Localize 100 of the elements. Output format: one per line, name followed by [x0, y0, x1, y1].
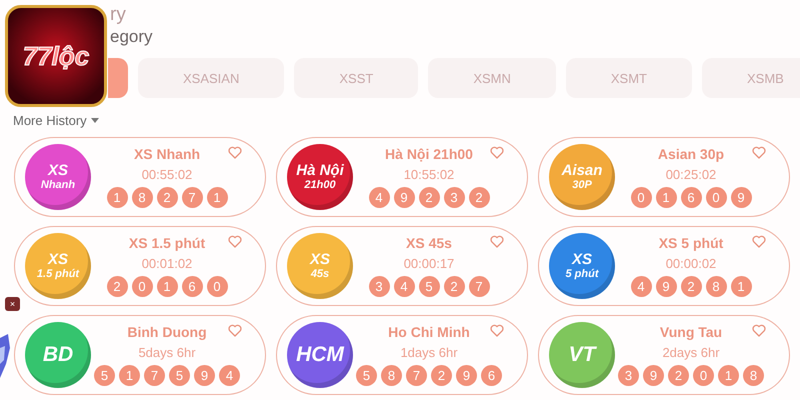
category-tab[interactable]: XSMT [566, 58, 692, 98]
result-number: 9 [456, 365, 477, 386]
game-badge: Hà Nội 21h00 [287, 144, 353, 210]
result-number: 9 [656, 276, 676, 297]
countdown-time: 5days 6hr [138, 345, 196, 360]
game-name: XS 1.5 phút [128, 235, 206, 251]
result-number: 0 [706, 187, 726, 208]
category-tab[interactable]: XSMN [428, 58, 556, 98]
result-number: 8 [381, 365, 402, 386]
game-card[interactable]: BD Binh Duong 5days 6hr 5 1 7 5 9 4 [14, 315, 266, 395]
result-number: 9 [194, 365, 215, 386]
app-logo[interactable]: 77lộc [5, 5, 107, 107]
game-card[interactable]: Aisan 30P Asian 30p 00:25:02 0 1 6 0 9 [538, 137, 790, 217]
result-number: 5 [94, 365, 115, 386]
heart-icon[interactable] [490, 235, 504, 248]
result-number: 8 [706, 276, 726, 297]
result-number: 3 [618, 365, 639, 386]
caret-icon [90, 118, 99, 123]
game-badge: XS 5 phút [549, 233, 615, 299]
result-number: 1 [156, 276, 178, 297]
game-card[interactable]: VT Vung Tau 2days 6hr 3 9 2 0 1 8 [538, 315, 790, 395]
result-number: 2 [156, 187, 178, 208]
result-number: 1 [106, 187, 128, 208]
result-number: 6 [481, 365, 502, 386]
heart-icon[interactable] [228, 324, 242, 337]
result-number: 9 [730, 187, 752, 208]
result-number: 7 [406, 365, 427, 386]
game-badge: XS Nhanh [25, 144, 91, 210]
result-number: 2 [680, 276, 702, 297]
countdown-time: 00:01:02 [142, 256, 192, 271]
game-name: Ho Chi Minh [388, 324, 470, 340]
game-card[interactable]: XS 1.5 phút XS 1.5 phút 00:01:02 2 0 1 6 0 [14, 226, 266, 306]
game-badge: XS 1.5 phút [25, 233, 91, 299]
result-number: 3 [444, 187, 464, 208]
countdown-time: 1days 6hr [400, 345, 458, 360]
result-number: 4 [394, 276, 414, 297]
result-number: 2 [418, 187, 440, 208]
heart-icon[interactable] [228, 146, 242, 159]
game-name: Asian 30p [658, 146, 724, 162]
countdown-time: 2days 6hr [662, 345, 720, 360]
result-number: 4 [219, 365, 240, 386]
game-card[interactable]: Hà Nội 21h00 Hà Nội 21h00 10:55:02 4 9 2 3 2 [276, 137, 528, 217]
result-number: 2 [106, 276, 128, 297]
game-badge: XS 45s [287, 233, 353, 299]
game-card[interactable]: XS Nhanh XS Nhanh 00:55:02 1 8 2 7 1 [14, 137, 266, 217]
category-tab[interactable]: XSMB [702, 58, 800, 98]
result-number: 6 [680, 187, 702, 208]
page-title: ry [110, 4, 126, 26]
result-number: 0 [693, 365, 714, 386]
result-number: 3 [368, 276, 390, 297]
category-tab[interactable]: XSASIAN [138, 58, 284, 98]
heart-icon[interactable] [752, 235, 766, 248]
result-number: 2 [468, 187, 490, 208]
game-name: Vung Tau [660, 324, 722, 340]
result-number: 1 [730, 276, 752, 297]
game-card[interactable]: XS 45s XS 45s 00:00:17 3 4 5 2 7 [276, 226, 528, 306]
heart-icon[interactable] [490, 146, 504, 159]
result-number: 4 [368, 187, 390, 208]
result-number: 4 [630, 276, 652, 297]
result-number: 5 [356, 365, 377, 386]
category-tab[interactable]: XSST [294, 58, 418, 98]
result-number: 1 [206, 187, 228, 208]
category-tab[interactable] [108, 58, 128, 98]
result-number: 8 [743, 365, 764, 386]
countdown-time: 00:00:02 [666, 256, 716, 271]
more-history-dropdown[interactable]: More History [13, 113, 99, 128]
game-badge: Aisan 30P [549, 144, 615, 210]
game-name: XS 45s [406, 235, 452, 251]
result-number: 5 [418, 276, 440, 297]
game-card[interactable]: XS 5 phút XS 5 phút 00:00:02 4 9 2 8 1 [538, 226, 790, 306]
heart-icon[interactable] [490, 324, 504, 337]
game-card[interactable]: HCM Ho Chi Minh 1days 6hr 5 8 7 2 9 6 [276, 315, 528, 395]
countdown-time: 00:55:02 [142, 167, 192, 182]
heart-icon[interactable] [228, 235, 242, 248]
close-button[interactable]: × [5, 297, 20, 311]
result-number: 2 [668, 365, 689, 386]
countdown-time: 00:00:17 [404, 256, 454, 271]
result-number: 7 [468, 276, 490, 297]
game-badge: HCM [287, 322, 353, 388]
mascot-drawing [0, 334, 10, 378]
result-number: 9 [643, 365, 664, 386]
countdown-time: 10:55:02 [404, 167, 454, 182]
result-number: 0 [132, 276, 152, 297]
game-badge: BD [25, 322, 91, 388]
result-number: 1 [656, 187, 676, 208]
result-number: 9 [394, 187, 414, 208]
result-number: 7 [182, 187, 202, 208]
result-number: 7 [144, 365, 165, 386]
result-number: 0 [630, 187, 652, 208]
game-name: XS Nhanh [134, 146, 200, 162]
result-number: 5 [169, 365, 190, 386]
result-number: 6 [182, 276, 202, 297]
heart-icon[interactable] [752, 324, 766, 337]
result-number: 0 [206, 276, 228, 297]
result-number: 1 [718, 365, 739, 386]
result-number: 2 [431, 365, 452, 386]
heart-icon[interactable] [752, 146, 766, 159]
result-number: 8 [132, 187, 152, 208]
section-title: egory [110, 26, 153, 48]
countdown-time: 00:25:02 [666, 167, 716, 182]
